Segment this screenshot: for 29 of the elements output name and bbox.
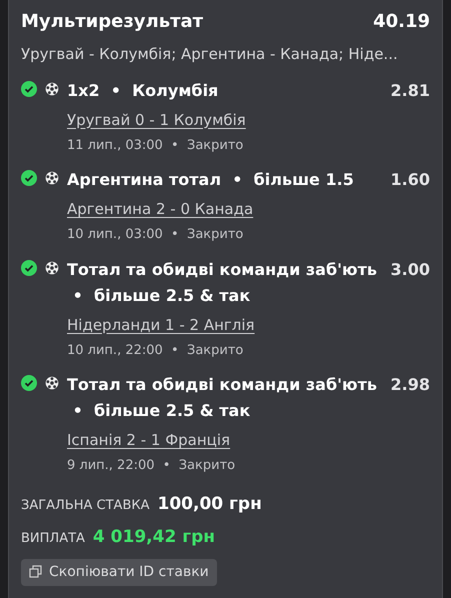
match-time: 10 лип., 03:00 • Закрито bbox=[67, 226, 244, 244]
selection-odds: 2.98 bbox=[390, 374, 430, 396]
selection-market: 1x2 • Колумбія bbox=[67, 80, 218, 102]
soccer-ball-icon bbox=[45, 376, 59, 390]
selection-market: Тотал та обидві команди заб'ють • більше 2.5 & так bbox=[67, 258, 378, 306]
soccer-ball-icon bbox=[45, 260, 59, 274]
match-link[interactable]: Аргентина 2 - 0 Канада bbox=[67, 200, 254, 218]
copy-id-button[interactable]: Скопіювати ID ставки bbox=[21, 558, 217, 586]
payout-label: ВИПЛАТА bbox=[21, 530, 85, 548]
selection-market: Аргентина тотал • більше 1.5 bbox=[67, 169, 354, 191]
total-odds: 40.19 bbox=[373, 10, 430, 34]
selection-odds: 1.60 bbox=[390, 169, 430, 191]
copy-icon bbox=[29, 565, 43, 579]
selection-odds: 3.00 bbox=[390, 258, 430, 280]
soccer-ball-icon bbox=[45, 82, 59, 96]
match-time: 9 лип., 22:00 • Закрито bbox=[67, 457, 236, 475]
stake-label: ЗАГАЛЬНА СТАВКА bbox=[21, 496, 150, 514]
match-link[interactable]: Уругвай 0 - 1 Колумбія bbox=[67, 110, 246, 128]
match-time: 10 лип., 22:00 • Закрито bbox=[67, 342, 244, 360]
bet-title: Мультирезультат bbox=[21, 10, 204, 34]
stake-value: 100,00 грн bbox=[158, 492, 262, 516]
match-link[interactable]: Іспанія 2 - 1 Франція bbox=[67, 431, 230, 449]
payout-value: 4 019,42 грн bbox=[92, 526, 215, 549]
events-summary: Уругвай - Колумбія; Аргентина - Канада; Ніде... bbox=[21, 44, 399, 65]
match-link[interactable]: Нідерланди 1 - 2 Англія bbox=[67, 316, 255, 334]
selection-market: Тотал та обидві команди заб'ють • більше 2.5 & так bbox=[67, 374, 378, 422]
selection-odds: 2.81 bbox=[390, 80, 430, 102]
soccer-ball-icon bbox=[45, 171, 59, 185]
match-time: 11 лип., 03:00 • Закрито bbox=[67, 136, 244, 154]
